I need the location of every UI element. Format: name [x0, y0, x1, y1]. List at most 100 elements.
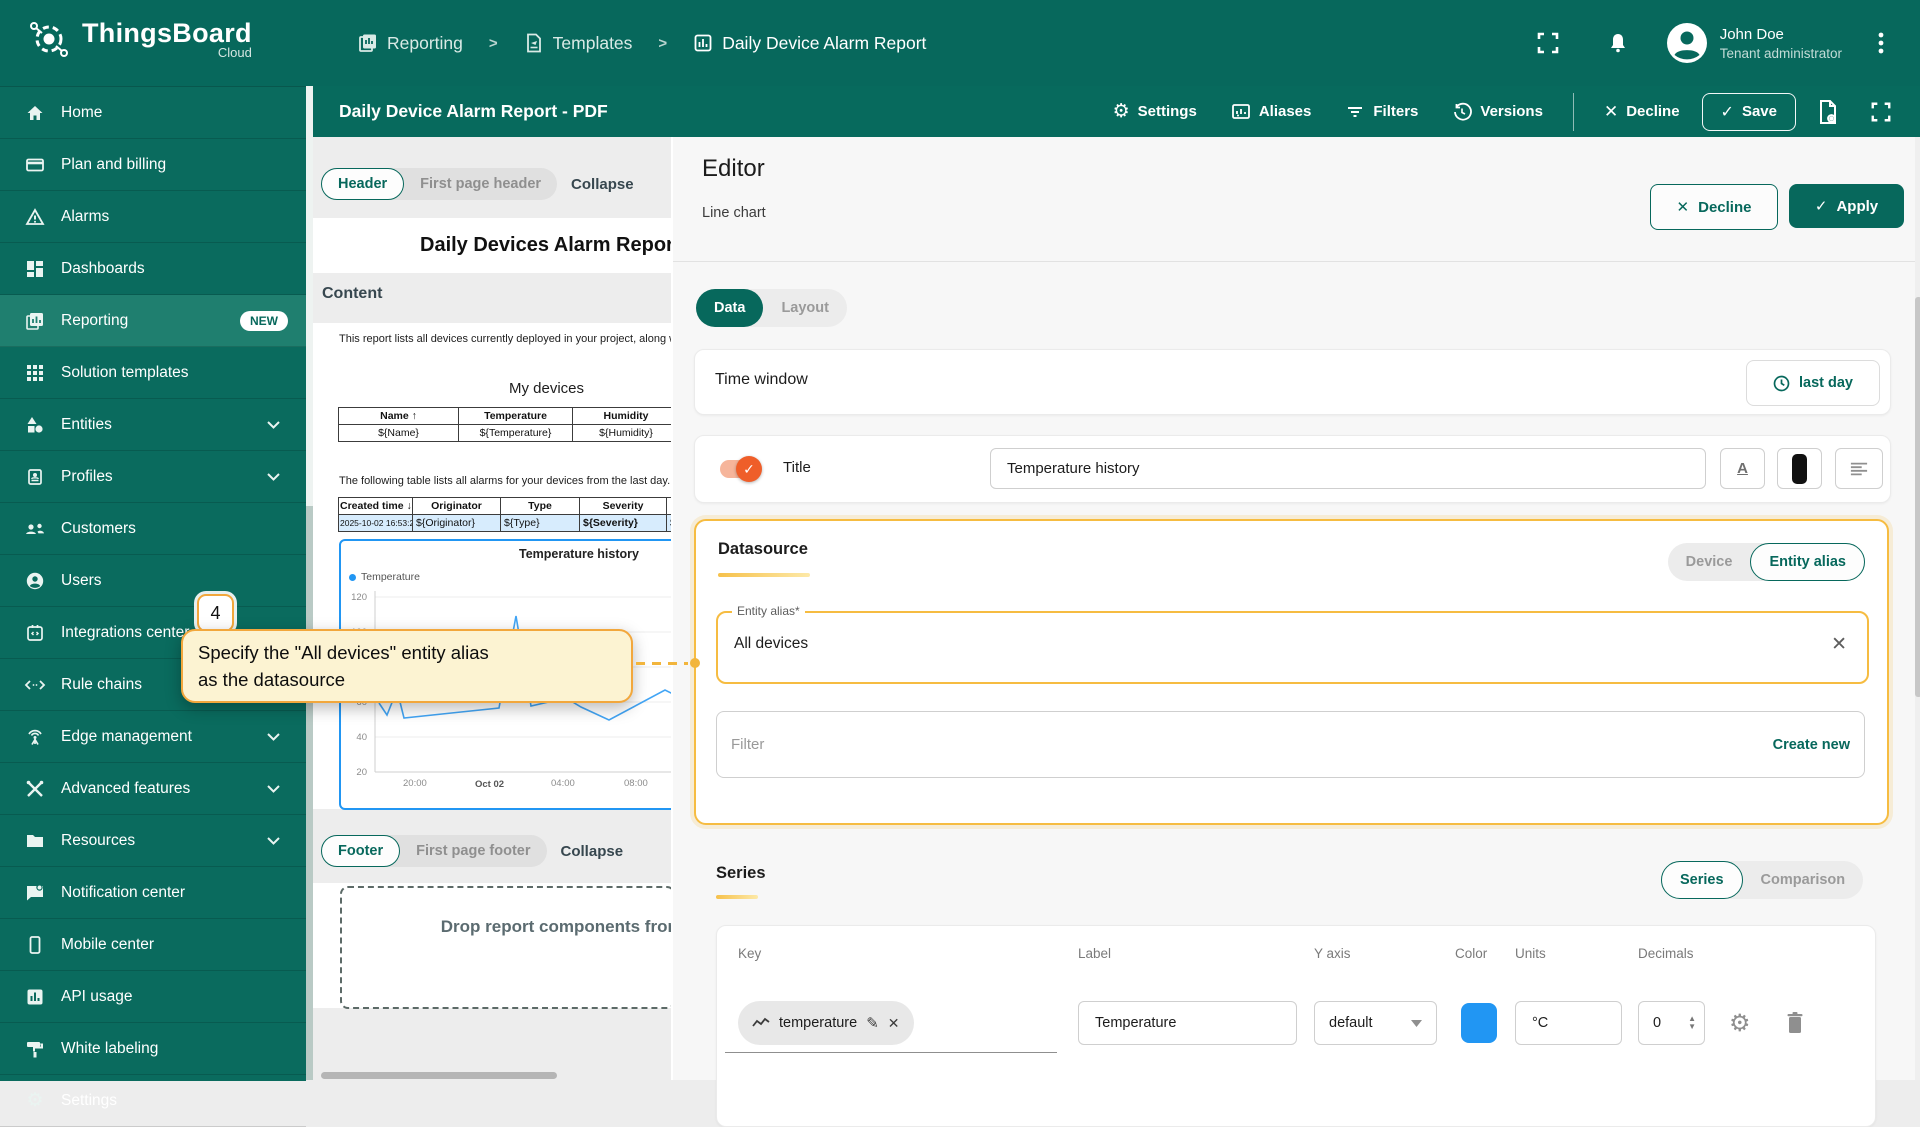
collapse-footer-button[interactable]: Collapse: [561, 843, 624, 860]
sidebar-item-settings[interactable]: ⚙ Settings: [0, 1075, 306, 1127]
sidebar-item-users[interactable]: Users: [0, 555, 306, 607]
footer-tab-group: Footer First page footer: [321, 835, 547, 867]
sidebar-scrollbar[interactable]: [306, 86, 313, 1080]
sidebar-item-resources[interactable]: Resources: [0, 815, 306, 867]
antenna-icon: [24, 727, 46, 747]
integrations-icon: [24, 623, 46, 643]
editor-decline-button[interactable]: ✕Decline: [1650, 184, 1778, 230]
paint-roller-icon: [24, 1039, 46, 1059]
save-button[interactable]: ✓ Save: [1702, 93, 1796, 131]
sidebar-item-edge-management[interactable]: Edge management: [0, 711, 306, 763]
preview-horizontal-scrollbar[interactable]: [321, 1072, 557, 1079]
sidebar-item-api-usage[interactable]: API usage: [0, 971, 306, 1023]
decline-button[interactable]: ✕ Decline: [1592, 94, 1692, 130]
sidebar-item-solution-templates[interactable]: Solution templates: [0, 347, 306, 399]
tab-layout[interactable]: Layout: [763, 289, 847, 327]
editor-title: Editor: [702, 155, 765, 183]
create-new-filter-link[interactable]: Create new: [1773, 737, 1850, 753]
fullscreen-icon[interactable]: [1526, 23, 1570, 63]
sidebar-item-mobile-center[interactable]: Mobile center: [0, 919, 306, 971]
aliases-button[interactable]: Aliases: [1219, 94, 1324, 130]
sidebar-item-white-labeling[interactable]: White labeling: [0, 1023, 306, 1075]
toolbar-divider: [1573, 93, 1574, 131]
sidebar-item-notification-center[interactable]: Notification center: [0, 867, 306, 919]
avatar: [1666, 22, 1708, 64]
code-arrows-icon: [24, 675, 46, 695]
units-input[interactable]: [1515, 1001, 1622, 1045]
tab-entity-alias[interactable]: Entity alias: [1750, 543, 1865, 581]
notifications-bell-icon[interactable]: [1596, 23, 1640, 63]
alarms-table: Created time ↓ Originator Type Severity …: [338, 497, 671, 532]
editor-subtitle: Line chart: [702, 205, 766, 221]
series-color-swatch[interactable]: [1461, 1003, 1497, 1043]
datasource-type-toggle: Device Entity alias: [1668, 543, 1865, 581]
tab-comparison[interactable]: Comparison: [1743, 861, 1864, 899]
breadcrumb-current[interactable]: Daily Device Alarm Report: [693, 33, 926, 54]
sidebar-item-customers[interactable]: Customers: [0, 503, 306, 555]
time-window-button[interactable]: last day: [1746, 360, 1880, 406]
y-axis-select[interactable]: default: [1314, 1001, 1437, 1045]
filter-field[interactable]: Filter Create new: [716, 711, 1865, 778]
font-settings-button[interactable]: A: [1720, 448, 1765, 489]
user-menu[interactable]: John Doe Tenant administrator: [1666, 22, 1842, 64]
tooltip-line1: Specify the "All devices" entity alias: [198, 640, 631, 667]
column-y-axis: Y axis: [1314, 946, 1351, 961]
settings-button[interactable]: ⚙ Settings: [1101, 92, 1209, 131]
shapes-icon: [24, 415, 46, 435]
breadcrumb-templates[interactable]: Templates: [524, 33, 633, 54]
report-title: Daily Device Alarm Report - PDF: [339, 101, 608, 122]
sidebar-item-alarms[interactable]: Alarms: [0, 191, 306, 243]
title-toggle[interactable]: ✓: [720, 460, 760, 478]
title-align-button[interactable]: [1835, 448, 1883, 489]
edit-key-icon[interactable]: ✎: [866, 1014, 879, 1032]
person-circle-icon: [24, 571, 46, 591]
collapse-header-button[interactable]: Collapse: [571, 176, 634, 193]
history-icon: [1452, 102, 1472, 122]
report-toolbar: Daily Device Alarm Report - PDF ⚙ Settin…: [313, 86, 1920, 137]
expand-editor-icon[interactable]: [1860, 93, 1902, 131]
remove-key-icon[interactable]: ✕: [888, 1015, 900, 1032]
sidebar-item-entities[interactable]: Entities: [0, 399, 306, 451]
tab-header[interactable]: Header: [321, 168, 404, 200]
series-label-input[interactable]: [1078, 1001, 1297, 1045]
versions-button[interactable]: Versions: [1440, 94, 1555, 130]
kebab-menu-icon[interactable]: [1868, 23, 1894, 63]
sidebar-item-dashboards[interactable]: Dashboards: [0, 243, 306, 295]
time-window-card: Time window last day: [694, 349, 1891, 415]
series-key: temperature: [779, 1015, 857, 1031]
gear-icon: ⚙: [1113, 100, 1130, 123]
sidebar-item-profiles[interactable]: Profiles: [0, 451, 306, 503]
sidebar-item-home[interactable]: Home: [0, 87, 306, 139]
clear-entity-alias-icon[interactable]: ✕: [1831, 633, 1847, 656]
breadcrumb-reporting[interactable]: Reporting: [358, 33, 463, 54]
tab-first-page-footer[interactable]: First page footer: [400, 836, 546, 866]
key-field-underline: [725, 1052, 1057, 1053]
title-color-button[interactable]: [1777, 448, 1822, 489]
sidebar-item-plan-and-billing[interactable]: Plan and billing: [0, 139, 306, 191]
tab-footer[interactable]: Footer: [321, 835, 400, 867]
stepper-arrows[interactable]: ▲▼: [1688, 1015, 1696, 1031]
chevron-down-icon: [1411, 1020, 1422, 1027]
sidebar-item-advanced-features[interactable]: Advanced features: [0, 763, 306, 815]
entity-alias-field[interactable]: Entity alias* All devices ✕: [716, 611, 1869, 684]
thingsboard-logo[interactable]: ThingsBoard Cloud: [26, 16, 252, 62]
series-marker-underline: [716, 895, 758, 899]
series-table-card: Key Label Y axis Color Units Decimals te…: [716, 925, 1876, 1127]
chart-title-input[interactable]: [990, 448, 1706, 489]
series-heading: Series: [716, 864, 766, 883]
delete-series-icon[interactable]: [1785, 1011, 1805, 1035]
tab-data[interactable]: Data: [696, 289, 763, 327]
series-settings-gear-icon[interactable]: ⚙: [1729, 1009, 1751, 1038]
tab-device[interactable]: Device: [1668, 543, 1751, 581]
credit-card-icon: [24, 155, 46, 175]
sidebar-item-reporting[interactable]: Reporting NEW: [0, 295, 306, 347]
editor-vertical-scrollbar[interactable]: [1915, 137, 1920, 1080]
filters-button[interactable]: Filters: [1333, 94, 1430, 130]
footer-dropzone[interactable]: Drop report components from here: [340, 886, 671, 1009]
preview-report-icon[interactable]: [1806, 91, 1850, 133]
series-key-chip[interactable]: temperature ✎ ✕: [738, 1001, 914, 1045]
tab-series[interactable]: Series: [1661, 861, 1743, 899]
editor-apply-button[interactable]: ✓Apply: [1789, 184, 1904, 228]
tab-first-page-header[interactable]: First page header: [404, 169, 557, 199]
decimals-stepper[interactable]: 0 ▲▼: [1638, 1001, 1705, 1045]
